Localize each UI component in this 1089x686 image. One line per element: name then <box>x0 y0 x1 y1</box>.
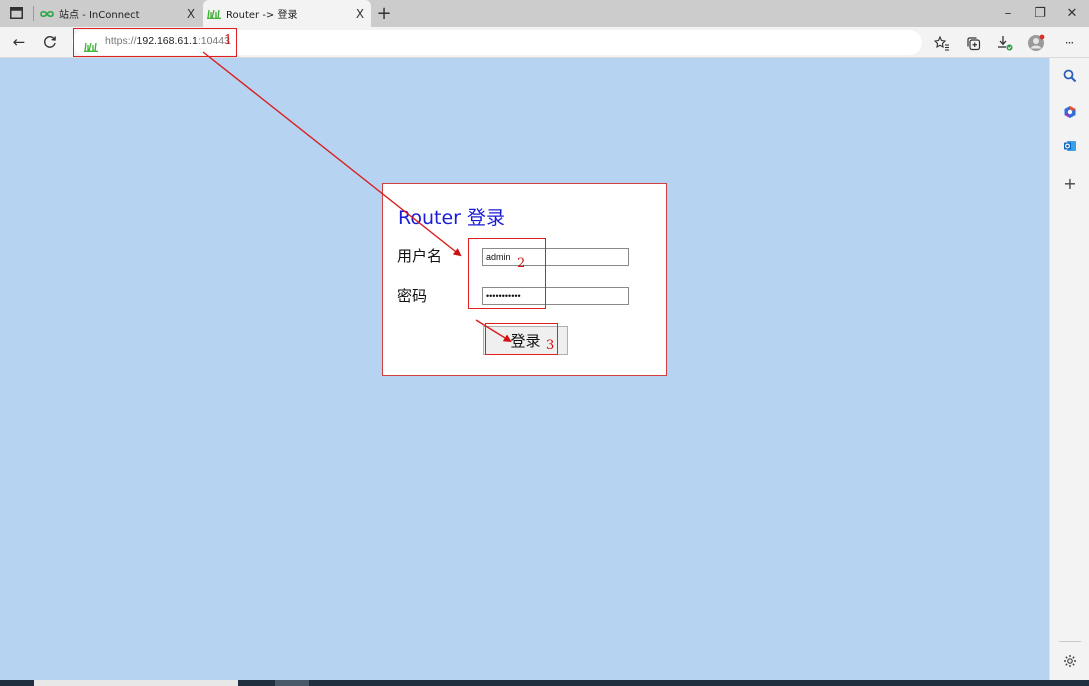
reload-icon <box>44 36 56 48</box>
login-button[interactable]: 登录 <box>483 326 568 355</box>
tab-title: Router -> 登录 <box>226 10 298 21</box>
favorites-icon[interactable] <box>933 34 951 52</box>
infinity-icon <box>40 8 54 20</box>
close-tab-icon[interactable]: X <box>184 7 198 21</box>
search-icon[interactable] <box>1062 68 1078 84</box>
router-icon <box>84 37 98 52</box>
username-label: 用户名 <box>397 247 443 265</box>
reload-button[interactable] <box>40 32 60 52</box>
url-text: https://192.168.61.1:10443 <box>105 35 230 47</box>
browser-sidebar: + <box>1049 58 1089 681</box>
outlook-icon[interactable] <box>1062 138 1078 154</box>
minimize-button[interactable]: – <box>999 4 1017 22</box>
url-host: 192.168.61.1 <box>136 35 198 47</box>
add-sidebar-app-button[interactable]: + <box>1062 174 1078 193</box>
gear-icon[interactable] <box>1062 653 1078 669</box>
collections-icon[interactable] <box>964 34 982 52</box>
address-bar[interactable]: https://192.168.61.1:10443 <box>72 30 922 55</box>
close-tab-icon[interactable]: X <box>353 7 367 21</box>
new-tab-button[interactable]: + <box>374 3 394 24</box>
back-button[interactable]: ← <box>9 32 29 52</box>
tab-actions-icon[interactable] <box>8 5 24 21</box>
tab-strip: 站点 - InConnect X Router -> 登录 X + – ❐ ✕ <box>0 0 1089 27</box>
tab-separator <box>33 6 34 21</box>
taskbar <box>0 680 1089 686</box>
navigation-bar: ← https://192.168.61.1:10443 ··· <box>0 27 1089 58</box>
sidebar-divider <box>1059 641 1081 642</box>
url-port: :10443 <box>197 35 230 47</box>
tab-inconnect[interactable]: 站点 - InConnect X <box>36 0 202 27</box>
login-form: Router 登录 用户名 密码 登录 <box>382 183 667 376</box>
router-icon <box>207 8 221 20</box>
close-window-button[interactable]: ✕ <box>1063 4 1081 22</box>
url-scheme: https:// <box>105 35 137 47</box>
profile-avatar[interactable] <box>1027 34 1045 52</box>
password-label: 密码 <box>397 287 428 305</box>
more-options-button[interactable]: ··· <box>1060 34 1078 52</box>
login-title: Router 登录 <box>398 207 506 229</box>
tab-router-login[interactable]: Router -> 登录 X <box>203 0 371 27</box>
tab-title: 站点 - InConnect <box>59 10 140 21</box>
username-input[interactable] <box>482 248 629 266</box>
office-icon[interactable] <box>1062 104 1078 120</box>
taskbar-item[interactable] <box>34 680 238 686</box>
downloads-icon[interactable] <box>996 34 1014 52</box>
taskbar-item[interactable] <box>275 680 309 686</box>
restore-button[interactable]: ❐ <box>1031 4 1049 22</box>
password-input[interactable] <box>482 287 629 305</box>
